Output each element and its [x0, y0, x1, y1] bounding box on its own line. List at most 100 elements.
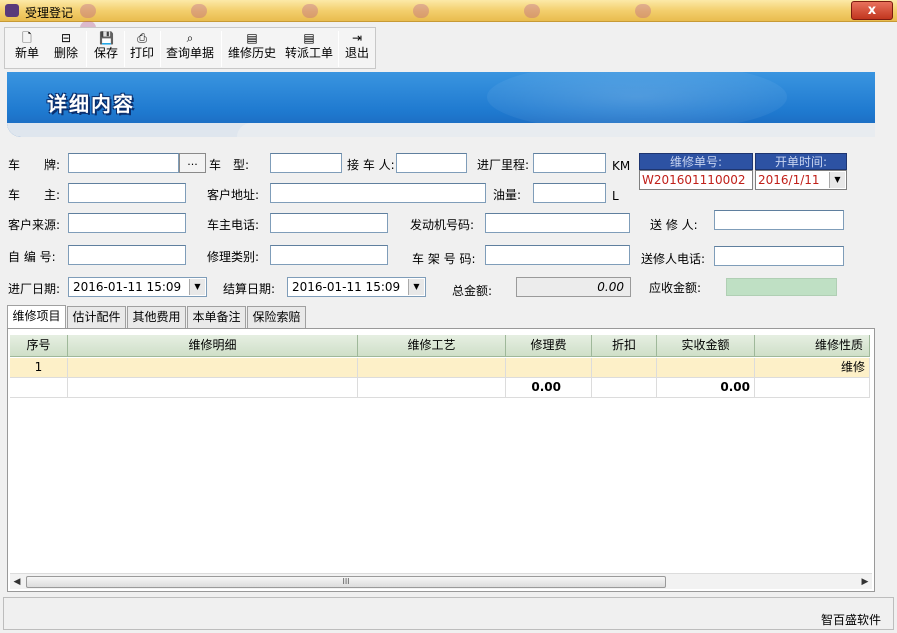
fuel-unit: L [612, 189, 619, 203]
new-doc-icon: 🗋 [22, 31, 32, 45]
transfer-icon: ▤ [303, 31, 315, 45]
history-icon: ▤ [246, 31, 258, 45]
repair-type-input[interactable] [270, 245, 388, 265]
table-cell [68, 378, 358, 398]
chevron-down-icon[interactable]: ▼ [408, 279, 424, 295]
repair-type-label: 修理类别: [207, 250, 260, 264]
toolbar-separator [160, 31, 161, 67]
table-cell[interactable] [358, 358, 506, 378]
repair-fee-total: 0.00 [506, 378, 592, 398]
column-header[interactable]: 维修工艺 [358, 335, 506, 357]
print-icon: ⎙ [137, 31, 147, 45]
title-bar: 受理登记 x [0, 0, 897, 35]
transfer-button[interactable]: ▤ 转派工单 [281, 28, 337, 68]
owner-phone-input[interactable] [270, 213, 388, 233]
close-button[interactable]: x [851, 1, 893, 20]
column-header[interactable]: 修理费 [506, 335, 592, 357]
entry-date-picker[interactable]: 2016-01-11 15:09 ▼ [68, 277, 207, 297]
receivable-value [726, 278, 837, 296]
table-cell [10, 378, 68, 398]
engine-label: 发动机号码: [410, 218, 475, 232]
print-button[interactable]: ⎙ 打印 [126, 28, 158, 68]
column-header[interactable]: 维修性质 [755, 335, 870, 357]
fuel-input[interactable] [533, 183, 606, 203]
scroll-right-icon[interactable]: ▶ [858, 575, 872, 589]
total-value: 0.00 [516, 277, 631, 297]
model-input[interactable] [270, 153, 342, 173]
plate-label: 车 牌: [8, 158, 61, 172]
plate-lookup-button[interactable]: ... [179, 153, 206, 173]
owner-label: 车 主: [8, 188, 61, 202]
source-input[interactable] [68, 213, 186, 233]
sender-label: 送 修 人: [650, 218, 698, 232]
scroll-thumb[interactable]: III [26, 576, 666, 588]
table-cell[interactable]: 1 [10, 358, 68, 378]
engine-input[interactable] [485, 213, 630, 233]
company-name: 智百盛软件 [820, 613, 881, 627]
horizontal-scrollbar[interactable]: ◀ III ▶ [10, 573, 872, 589]
entry-date-value: 2016-01-11 15:09 [73, 280, 182, 294]
table-cell [755, 378, 870, 398]
table-cell[interactable] [506, 358, 592, 378]
delete-icon: ⊟ [60, 31, 72, 45]
table-cell[interactable] [68, 358, 358, 378]
table-cell[interactable] [657, 358, 755, 378]
tab-insurance-claim[interactable]: 保险索赔 [247, 306, 306, 328]
scroll-left-icon[interactable]: ◀ [10, 575, 24, 589]
delete-button[interactable]: ⊟ 删除 [50, 28, 82, 68]
taskbar-ghost-icons [80, 4, 840, 35]
header-banner: 详细内容 [7, 72, 875, 137]
plate-input[interactable] [68, 153, 179, 173]
repair-items-grid: 序号 维修明细 维修工艺 修理费 折扣 实收金额 维修性质 1 维修 0.00 … [7, 328, 875, 592]
mileage-unit: KM [612, 159, 631, 173]
model-label: 车 型: [209, 158, 250, 172]
history-button[interactable]: ▤ 维修历史 [224, 28, 280, 68]
save-button[interactable]: 💾 保存 [90, 28, 122, 68]
exit-icon: ⇥ [351, 31, 363, 45]
address-label: 客户地址: [207, 188, 260, 202]
sender-input[interactable] [714, 210, 844, 230]
status-bar: 智百盛软件 [3, 597, 894, 630]
toolbar: 🗋 新单 ⊟ 删除 💾 保存 ⎙ 打印 ⌕ 查询单据 ▤ 维修历史 ▤ 转派工单 ⇥ 退出 [4, 27, 376, 69]
column-header[interactable]: 折扣 [592, 335, 657, 357]
open-time-header: 开单时间: [755, 153, 847, 170]
mileage-input[interactable] [533, 153, 606, 173]
settle-date-picker[interactable]: 2016-01-11 15:09 ▼ [287, 277, 426, 297]
tab-other-fees[interactable]: 其他费用 [127, 306, 186, 328]
new-button[interactable]: 🗋 新单 [11, 28, 43, 68]
fuel-label: 油量: [493, 188, 522, 202]
banner-stripe [237, 123, 875, 137]
column-header[interactable]: 实收金额 [657, 335, 755, 357]
tab-order-notes[interactable]: 本单备注 [187, 306, 246, 328]
receiver-input[interactable] [396, 153, 467, 173]
order-no-header: 维修单号: [639, 153, 753, 170]
save-icon: 💾 [99, 31, 114, 45]
frame-input[interactable] [485, 245, 630, 265]
exit-button[interactable]: ⇥ 退出 [341, 28, 373, 68]
table-cell [358, 378, 506, 398]
mileage-label: 进厂里程: [477, 158, 530, 172]
banner-title: 详细内容 [47, 92, 135, 116]
selfno-input[interactable] [68, 245, 186, 265]
chevron-down-icon[interactable]: ▼ [189, 279, 205, 295]
table-cell[interactable]: 维修 [755, 358, 870, 378]
order-no-value: W201601110002 [639, 170, 753, 190]
address-input[interactable] [270, 183, 486, 203]
owner-phone-label: 车主电话: [207, 218, 260, 232]
column-header[interactable]: 序号 [10, 335, 68, 357]
sender-phone-label: 送修人电话: [641, 252, 706, 266]
window-title: 受理登记 [25, 6, 74, 20]
column-header[interactable]: 维修明细 [68, 335, 358, 357]
sender-phone-input[interactable] [714, 246, 844, 266]
tab-estimated-parts[interactable]: 估计配件 [67, 306, 126, 328]
owner-input[interactable] [68, 183, 186, 203]
source-label: 客户来源: [8, 218, 61, 232]
frame-label: 车 架 号 码: [412, 252, 476, 266]
chevron-down-icon[interactable]: ▼ [829, 172, 845, 188]
table-cell[interactable] [592, 358, 657, 378]
tab-repair-items[interactable]: 维修项目 [7, 305, 66, 328]
query-button[interactable]: ⌕ 查询单据 [162, 28, 218, 68]
open-time-value: 2016/1/11 [758, 173, 820, 187]
open-time-select[interactable]: 2016/1/11 ▼ [755, 170, 847, 190]
settle-date-label: 结算日期: [223, 282, 276, 296]
